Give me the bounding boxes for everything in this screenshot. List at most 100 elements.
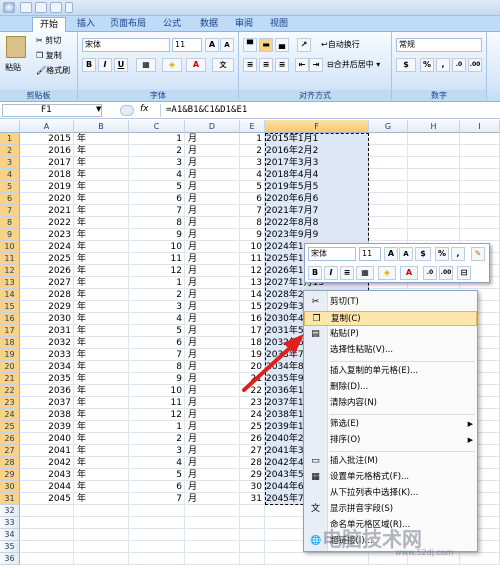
cell-b[interactable]: 年: [74, 253, 129, 265]
redo-icon[interactable]: [50, 2, 62, 13]
cell-h[interactable]: [408, 205, 460, 217]
cell-a[interactable]: 2037: [20, 397, 74, 409]
cell-d[interactable]: 月: [185, 241, 240, 253]
cell-d[interactable]: 月: [185, 145, 240, 157]
cell-d[interactable]: 月: [185, 361, 240, 373]
row-header[interactable]: 25: [0, 421, 20, 433]
mini-font-select[interactable]: 宋体: [308, 247, 356, 261]
cell-e[interactable]: 4: [240, 169, 265, 181]
row-header[interactable]: 18: [0, 337, 20, 349]
cell-c[interactable]: 9: [129, 373, 185, 385]
cell-f[interactable]: 2019年5月5: [265, 181, 369, 193]
currency-icon[interactable]: $: [396, 58, 416, 72]
cell-e[interactable]: 23: [240, 397, 265, 409]
cell-h[interactable]: [408, 145, 460, 157]
copy-button[interactable]: ❐ 复制: [36, 50, 62, 63]
cell-c[interactable]: 11: [129, 253, 185, 265]
cell-c[interactable]: 3: [129, 157, 185, 169]
cell-c[interactable]: 2: [129, 433, 185, 445]
cell-e[interactable]: 11: [240, 253, 265, 265]
cell-e[interactable]: [240, 529, 265, 541]
cell-i[interactable]: [460, 157, 500, 169]
cell-a[interactable]: 2042: [20, 457, 74, 469]
row-header[interactable]: 15: [0, 301, 20, 313]
row-header[interactable]: 4: [0, 169, 20, 181]
cell-b[interactable]: 年: [74, 337, 129, 349]
cell-e[interactable]: 10: [240, 241, 265, 253]
row-header[interactable]: 31: [0, 493, 20, 505]
column-header-f[interactable]: F: [265, 120, 369, 133]
cell-a[interactable]: [20, 541, 74, 553]
cell-b[interactable]: [74, 553, 129, 565]
cell-b[interactable]: 年: [74, 241, 129, 253]
cell-c[interactable]: 4: [129, 457, 185, 469]
row-header[interactable]: 36: [0, 553, 20, 565]
cell-h[interactable]: [408, 169, 460, 181]
cell-e[interactable]: 26: [240, 433, 265, 445]
row-header[interactable]: 20: [0, 361, 20, 373]
cell-d[interactable]: 月: [185, 157, 240, 169]
cell-h[interactable]: [408, 181, 460, 193]
cell-a[interactable]: 2035: [20, 373, 74, 385]
menu-item[interactable]: 删除(D)...: [304, 380, 477, 395]
cell-d[interactable]: 月: [185, 337, 240, 349]
cell-a[interactable]: 2041: [20, 445, 74, 457]
menu-item[interactable]: ✂ 剪切(T): [304, 295, 477, 310]
cell-h[interactable]: [408, 157, 460, 169]
cell-c[interactable]: 9: [129, 229, 185, 241]
cell-b[interactable]: 年: [74, 493, 129, 505]
fill-color-icon[interactable]: ◈: [162, 58, 182, 72]
cell-i[interactable]: [460, 553, 500, 565]
cell-g[interactable]: [369, 145, 408, 157]
mini-format-painter-icon[interactable]: ✎: [471, 247, 485, 261]
mini-size-select[interactable]: 11: [359, 247, 381, 261]
mini-percent-button[interactable]: %: [435, 247, 449, 261]
row-header[interactable]: 1: [0, 133, 20, 145]
mini-comma-icon[interactable]: ,: [451, 247, 465, 261]
font-size-select[interactable]: 11: [172, 38, 202, 52]
row-header[interactable]: 3: [0, 157, 20, 169]
cell-d[interactable]: 月: [185, 409, 240, 421]
mini-merge-icon[interactable]: ⊟: [457, 266, 471, 280]
mini-shrink-font-icon[interactable]: A: [399, 247, 413, 261]
cell-b[interactable]: 年: [74, 277, 129, 289]
row-header[interactable]: 17: [0, 325, 20, 337]
row-header[interactable]: 21: [0, 373, 20, 385]
cell-e[interactable]: 9: [240, 229, 265, 241]
cell-e[interactable]: 6: [240, 193, 265, 205]
cell-a[interactable]: 2036: [20, 385, 74, 397]
cell-a[interactable]: 2022: [20, 217, 74, 229]
cell-c[interactable]: 1: [129, 421, 185, 433]
cell-d[interactable]: [185, 517, 240, 529]
row-header[interactable]: 2: [0, 145, 20, 157]
cell-b[interactable]: [74, 505, 129, 517]
row-header[interactable]: 5: [0, 181, 20, 193]
cell-g[interactable]: [369, 181, 408, 193]
cell-a[interactable]: 2017: [20, 157, 74, 169]
cell-d[interactable]: 月: [185, 253, 240, 265]
row-header[interactable]: 24: [0, 409, 20, 421]
row-header[interactable]: 12: [0, 265, 20, 277]
cell-c[interactable]: 10: [129, 241, 185, 253]
cell-d[interactable]: 月: [185, 181, 240, 193]
column-header-i[interactable]: I: [460, 120, 500, 133]
save-icon[interactable]: [20, 2, 32, 13]
cell-b[interactable]: [74, 529, 129, 541]
cell-d[interactable]: 月: [185, 469, 240, 481]
menu-item[interactable]: ▦ 设置单元格格式(F)...: [304, 470, 477, 485]
number-format-select[interactable]: 常规: [396, 38, 482, 52]
cell-e[interactable]: 3: [240, 157, 265, 169]
cell-h[interactable]: [408, 133, 460, 145]
cell-c[interactable]: 2: [129, 145, 185, 157]
font-name-select[interactable]: 宋体: [82, 38, 170, 52]
shrink-font-icon[interactable]: A: [220, 38, 234, 52]
cell-i[interactable]: [460, 229, 500, 241]
percent-button[interactable]: %: [420, 58, 434, 72]
cell-b[interactable]: 年: [74, 397, 129, 409]
cell-e[interactable]: 29: [240, 469, 265, 481]
cell-b[interactable]: 年: [74, 457, 129, 469]
cell-a[interactable]: 2030: [20, 313, 74, 325]
cell-d[interactable]: 月: [185, 217, 240, 229]
cell-b[interactable]: 年: [74, 133, 129, 145]
cell-c[interactable]: 7: [129, 493, 185, 505]
